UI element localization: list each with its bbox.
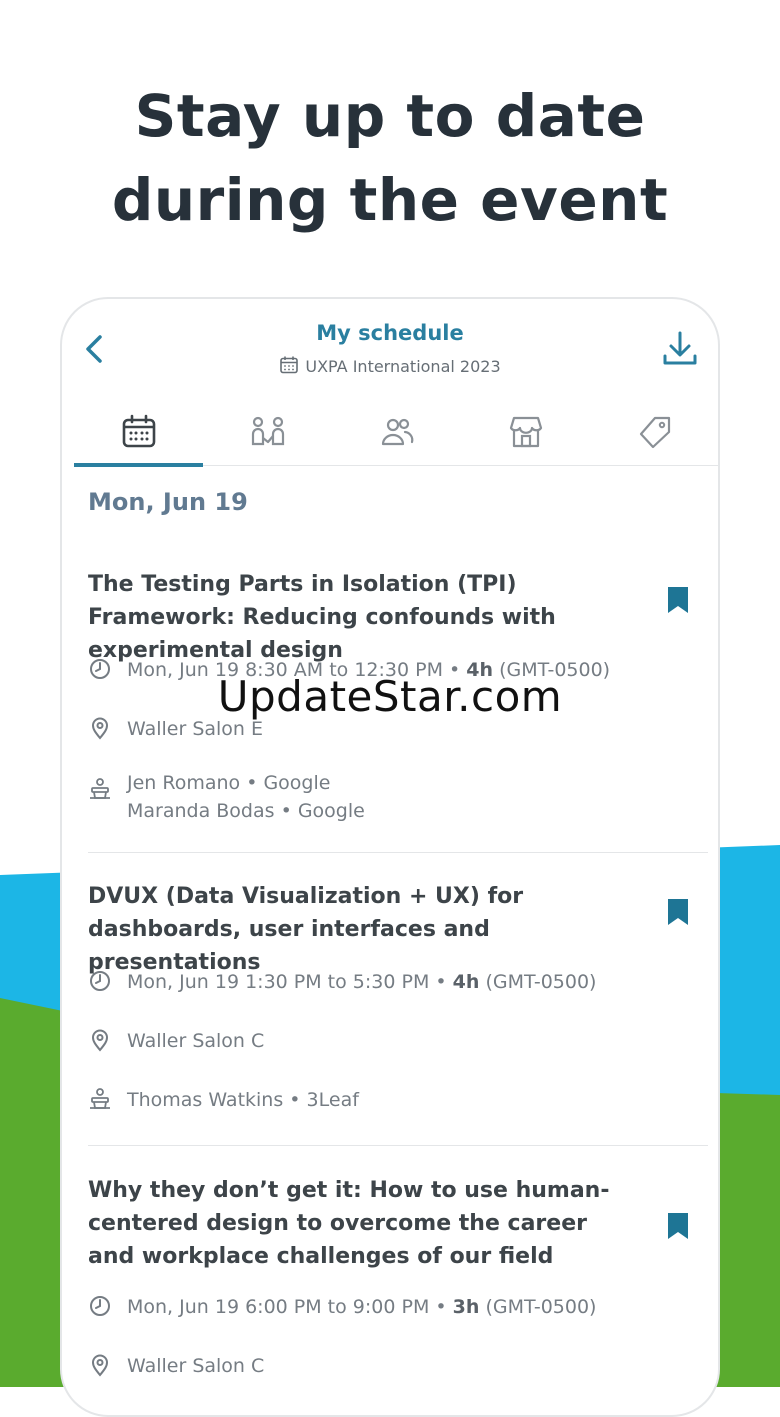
speaker-podium-icon bbox=[90, 1088, 110, 1109]
session-card[interactable]: DVUX (Data Visualization + UX) for dashb… bbox=[88, 880, 708, 1111]
divider bbox=[88, 1145, 708, 1146]
bookmark-icon bbox=[668, 1213, 688, 1239]
session-duration: 3h bbox=[452, 1296, 480, 1318]
tag-icon bbox=[640, 416, 671, 449]
phone-frame: My schedule UXPA International 2023 Mon,… bbox=[60, 297, 720, 1417]
session-title: Why they don’t get it: How to use human-… bbox=[88, 1178, 610, 1269]
headline: Stay up to date during the event bbox=[0, 74, 780, 242]
session-title: The Testing Parts in Isolation (TPI) Fra… bbox=[88, 572, 556, 663]
tab-store[interactable] bbox=[462, 399, 591, 465]
session-duration: 4h bbox=[452, 971, 480, 993]
app-header: My schedule UXPA International 2023 bbox=[62, 299, 718, 399]
divider bbox=[88, 852, 708, 853]
session-time-row: Mon, Jun 19 1:30 PM to 5:30 PM • 4h (GMT… bbox=[88, 968, 596, 996]
location-pin-icon bbox=[91, 1354, 109, 1377]
store-icon bbox=[510, 416, 543, 448]
download-button[interactable] bbox=[660, 329, 700, 369]
people-icon bbox=[381, 418, 414, 446]
calendar-icon bbox=[122, 414, 155, 448]
session-card[interactable]: Why they don’t get it: How to use human-… bbox=[88, 1174, 708, 1377]
session-title: DVUX (Data Visualization + UX) for dashb… bbox=[88, 884, 524, 975]
page-title: My schedule bbox=[316, 321, 464, 345]
watermark: UpdateStar.com bbox=[217, 672, 563, 721]
speaker-name[interactable]: Thomas Watkins • 3Leaf bbox=[127, 1086, 359, 1114]
session-speakers-row: Thomas Watkins • 3Leaf bbox=[88, 1086, 359, 1114]
clock-icon bbox=[90, 1296, 110, 1316]
session-timezone: (GMT-0500) bbox=[485, 1296, 597, 1318]
download-icon bbox=[663, 331, 697, 365]
session-location: Waller Salon C bbox=[127, 1030, 265, 1052]
day-heading: Mon, Jun 19 bbox=[88, 488, 248, 516]
bookmark-button[interactable] bbox=[666, 586, 690, 614]
networking-icon bbox=[251, 416, 284, 446]
speaker-name[interactable]: Jen Romano • Google bbox=[127, 769, 365, 797]
session-time-row: Mon, Jun 19 6:00 PM to 9:00 PM • 3h (GMT… bbox=[88, 1293, 596, 1321]
tab-networking[interactable] bbox=[203, 399, 332, 465]
headline-line-2: during the event bbox=[111, 166, 669, 234]
headline-line-1: Stay up to date bbox=[134, 82, 646, 150]
bookmark-icon bbox=[668, 587, 688, 613]
event-name: UXPA International 2023 bbox=[305, 357, 501, 376]
bookmark-button[interactable] bbox=[666, 898, 690, 926]
session-location: Waller Salon C bbox=[127, 1355, 265, 1377]
location-pin-icon bbox=[91, 1029, 109, 1052]
speaker-podium-icon bbox=[90, 778, 110, 799]
session-location-row: Waller Salon C bbox=[88, 1352, 264, 1380]
session-speakers-row: Jen Romano • Google Maranda Bodas • Goog… bbox=[88, 769, 365, 825]
tab-bar bbox=[74, 399, 718, 467]
session-card[interactable]: The Testing Parts in Isolation (TPI) Fra… bbox=[88, 568, 708, 822]
bookmark-button[interactable] bbox=[666, 1212, 690, 1240]
event-subtitle: UXPA International 2023 bbox=[62, 355, 718, 376]
calendar-small-icon bbox=[280, 356, 299, 374]
tab-calendar[interactable] bbox=[74, 399, 204, 467]
bookmark-icon bbox=[668, 899, 688, 925]
clock-icon bbox=[90, 971, 110, 991]
tab-tags[interactable] bbox=[591, 399, 718, 465]
session-time: Mon, Jun 19 1:30 PM to 5:30 PM • bbox=[127, 971, 447, 993]
speaker-name[interactable]: Maranda Bodas • Google bbox=[127, 797, 365, 825]
session-timezone: (GMT-0500) bbox=[485, 971, 597, 993]
tab-people[interactable] bbox=[332, 399, 461, 465]
session-location-row: Waller Salon C bbox=[88, 1027, 264, 1055]
session-time: Mon, Jun 19 6:00 PM to 9:00 PM • bbox=[127, 1296, 447, 1318]
